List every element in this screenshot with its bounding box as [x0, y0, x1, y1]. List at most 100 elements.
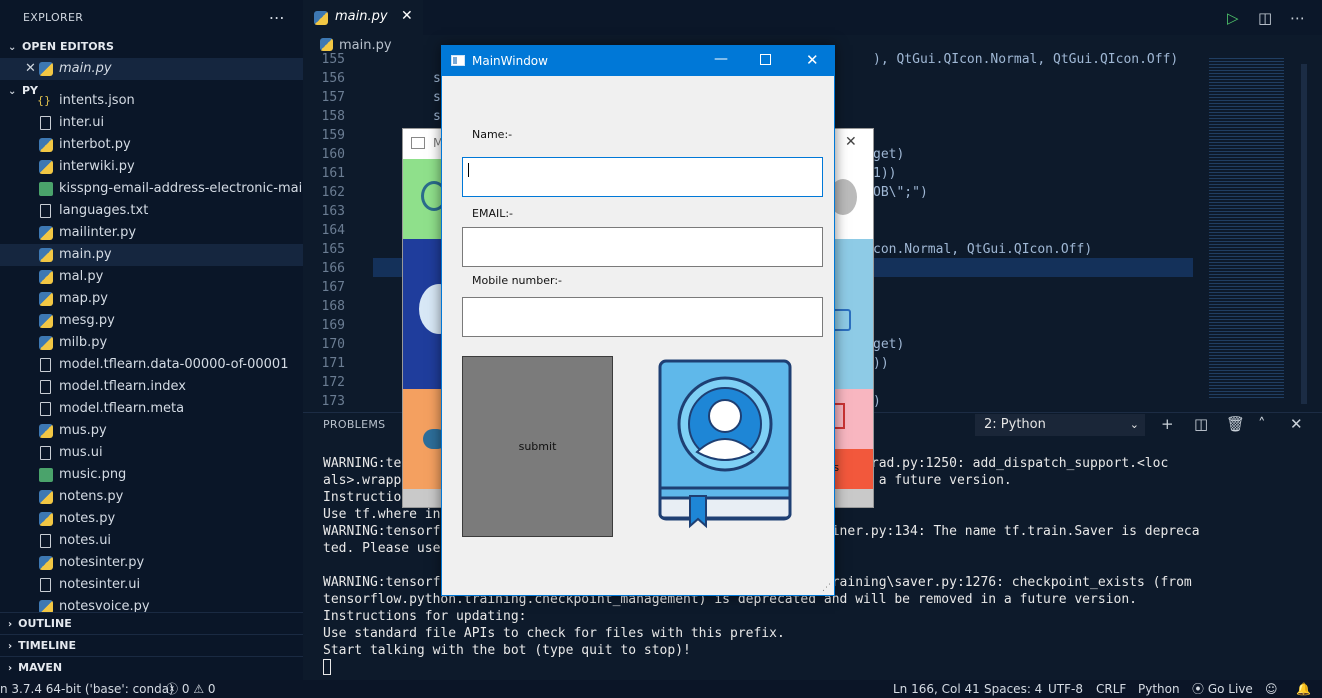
chevron-up-icon[interactable]: ˄ — [1258, 415, 1266, 433]
main-window[interactable]: MainWindow — ✕ Name:- EMAIL:- Mobile num… — [441, 45, 835, 596]
file-item[interactable]: notes.ui — [0, 530, 303, 552]
minimize-icon[interactable]: — — [714, 51, 728, 67]
file-item[interactable]: notesinter.ui — [0, 574, 303, 596]
file-item[interactable]: kisspng-email-address-electronic-mailin.… — [0, 178, 303, 200]
tab-problems[interactable]: PROBLEMS — [323, 418, 385, 431]
split-editor-icon[interactable]: ◫ — [1258, 9, 1272, 27]
resize-grip-icon[interactable]: ⋰ — [822, 583, 831, 593]
file-item[interactable]: milb.py — [0, 332, 303, 354]
file-item[interactable]: notens.py — [0, 486, 303, 508]
file-label: notens.py — [59, 489, 124, 504]
line-number: 161 — [321, 166, 345, 181]
line-ending[interactable]: CRLF — [1096, 680, 1126, 698]
indentation[interactable]: Spaces: 4 — [984, 680, 1042, 698]
feedback-icon[interactable]: ☺ — [1265, 680, 1278, 698]
tile-translate[interactable] — [829, 239, 873, 389]
file-item[interactable]: interbot.py — [0, 134, 303, 156]
line-number: 158 — [321, 109, 345, 124]
breadcrumb[interactable]: main.py — [320, 38, 392, 53]
more-actions-icon[interactable]: ⋯ — [269, 0, 285, 36]
breadcrumb-label: main.py — [339, 38, 392, 53]
file-item[interactable]: mailinter.py — [0, 222, 303, 244]
split-terminal-icon[interactable]: ◫ — [1194, 415, 1208, 433]
code-line: )) — [873, 356, 889, 371]
file-item[interactable]: mal.py — [0, 266, 303, 288]
file-item[interactable]: mus.py — [0, 420, 303, 442]
file-item[interactable]: mesg.py — [0, 310, 303, 332]
file-label: model.tflearn.index — [59, 379, 186, 394]
add-terminal-icon[interactable]: + — [1161, 415, 1174, 433]
go-live[interactable]: ⦿ Go Live — [1192, 680, 1253, 698]
open-editor-item[interactable]: ✕ main.py — [0, 58, 303, 80]
file-item[interactable]: mus.ui — [0, 442, 303, 464]
file-item[interactable]: model.tflearn.data-00000-of-00001 — [0, 354, 303, 376]
broadcast-icon: ⦿ — [1192, 682, 1205, 696]
file-item[interactable]: model.tflearn.meta — [0, 398, 303, 420]
contact-book-icon — [658, 359, 792, 529]
file-item[interactable]: main.py — [0, 244, 303, 266]
file-item[interactable]: music.png — [0, 464, 303, 486]
file-icon — [40, 446, 51, 460]
line-number: 169 — [321, 318, 345, 333]
encoding[interactable]: UTF-8 — [1048, 680, 1083, 698]
go-live-label: Go Live — [1207, 682, 1253, 696]
file-label: interwiki.py — [59, 159, 135, 174]
python-icon — [320, 38, 333, 51]
python-icon — [39, 270, 53, 284]
tile-pink[interactable] — [831, 389, 873, 449]
maven-label: MAVEN — [18, 661, 63, 674]
file-item[interactable]: map.py — [0, 288, 303, 310]
tile-chat[interactable] — [403, 159, 447, 239]
tile-red[interactable]: ts — [829, 449, 873, 489]
maven-section[interactable]: › MAVEN — [0, 656, 303, 678]
submit-button[interactable]: submit — [462, 356, 613, 537]
file-item[interactable]: {} intents.json — [0, 90, 303, 112]
tile-mail[interactable] — [403, 239, 459, 389]
submit-label: submit — [518, 440, 557, 453]
run-icon[interactable]: ▷ — [1227, 9, 1239, 27]
timeline-section[interactable]: › TIMELINE — [0, 634, 303, 656]
file-icon — [40, 358, 51, 372]
python-icon — [39, 160, 53, 174]
file-item[interactable]: interwiki.py — [0, 156, 303, 178]
more-actions-icon[interactable]: ⋯ — [1290, 9, 1305, 27]
warning-count: 0 — [207, 682, 216, 696]
file-item[interactable]: inter.ui — [0, 112, 303, 134]
file-item[interactable]: model.tflearn.index — [0, 376, 303, 398]
trash-icon[interactable]: 🗑 — [1226, 415, 1245, 433]
email-input[interactable] — [462, 227, 823, 267]
json-icon: {} — [37, 94, 51, 107]
error-icon: ⓧ — [166, 682, 179, 696]
file-item[interactable]: notesinter.py — [0, 552, 303, 574]
cursor-position[interactable]: Ln 166, Col 41 — [893, 680, 980, 698]
chevron-right-icon: › — [8, 641, 13, 652]
python-icon — [39, 336, 53, 350]
minimap[interactable] — [1203, 52, 1313, 407]
terminal-select[interactable]: 2: Python ⌄ — [975, 414, 1145, 436]
problems-counter[interactable]: ⓧ 0 ⚠ 0 — [166, 680, 216, 698]
tab-label: main.py — [335, 9, 388, 24]
file-item[interactable]: notes.py — [0, 508, 303, 530]
maximize-icon[interactable] — [760, 54, 771, 65]
python-interpreter[interactable]: n 3.7.4 64-bit ('base': conda) — [0, 680, 174, 698]
language-mode[interactable]: Python — [1138, 680, 1180, 698]
outline-section[interactable]: › OUTLINE — [0, 612, 303, 634]
close-panel-icon[interactable]: ✕ — [1290, 415, 1303, 433]
tab-main-py[interactable]: main.py ✕ — [303, 0, 423, 35]
bell-icon[interactable]: 🔔 — [1296, 680, 1311, 698]
file-item[interactable]: languages.txt — [0, 200, 303, 222]
close-icon[interactable]: ✕ — [806, 51, 819, 69]
close-icon[interactable]: ✕ — [401, 8, 413, 24]
python-icon — [39, 248, 53, 262]
mobile-input[interactable] — [462, 297, 823, 337]
name-input[interactable] — [462, 157, 823, 197]
tile-wiki[interactable] — [829, 159, 873, 239]
tile-cloud[interactable] — [403, 389, 447, 489]
close-icon[interactable]: ✕ — [845, 134, 857, 150]
close-icon[interactable]: ✕ — [25, 58, 36, 80]
open-editors-section[interactable]: ⌄ OPEN EDITORS — [0, 36, 303, 58]
main-window-titlebar[interactable]: MainWindow — ✕ — [442, 46, 834, 76]
file-label: kisspng-email-address-electronic-mailin.… — [59, 181, 303, 196]
python-icon — [39, 490, 53, 504]
python-icon — [39, 138, 53, 152]
